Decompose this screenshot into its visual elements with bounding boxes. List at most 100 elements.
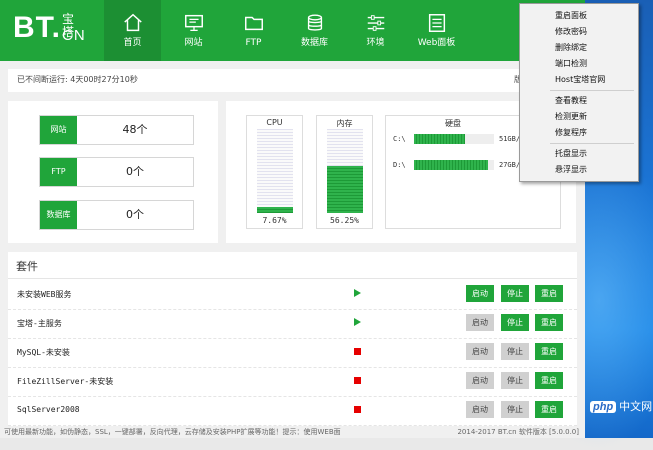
restart-button[interactable]: 重启 [535,314,563,331]
stop-button[interactable]: 停止 [501,401,529,418]
nav-database[interactable]: 数据库 [286,0,343,61]
disk-d-name: D:\ [393,161,406,169]
footer-tip-text: 可使用最新功能，如伪静态，SSL，一键部署，反向代理，云存储及安装PHP扩展等功… [4,428,341,436]
monitor-icon [184,14,203,31]
disk-label: 硬盘 [445,119,461,128]
stop-button[interactable]: 停止 [501,314,529,331]
disk-c-name: C:\ [393,135,406,143]
stat-database-label: 数据库 [40,201,77,229]
restart-button[interactable]: 重启 [535,343,563,360]
start-button[interactable]: 启动 [466,343,494,360]
software-row: SqlServer2008 启动 停止 重启 [8,396,577,426]
memory-bar-fill [327,165,363,213]
cpu-gauge: CPU 7.67% [246,115,303,229]
restart-button[interactable]: 重启 [535,285,563,302]
stat-website-value: 48个 [122,123,148,136]
nav-ftp[interactable]: FTP [225,0,282,61]
memory-label: 内存 [336,119,353,128]
disk-d-bar [414,160,494,170]
stop-button[interactable]: 停止 [501,372,529,389]
software-row: FileZillServer-未安装 启动 停止 重启 [8,367,577,397]
menu-separator [550,90,634,91]
cpu-bar [257,129,293,213]
software-row: MySQL-未安装 启动 停止 重启 [8,338,577,368]
logo-sub-text: CN [62,27,86,44]
start-button[interactable]: 启动 [466,401,494,418]
nav-website[interactable]: 网站 [165,0,222,61]
memory-gauge: 内存 56.25% [316,115,373,229]
memory-bar [327,129,363,213]
stat-website[interactable]: 网站 48个 [39,115,194,145]
stat-website-label: 网站 [40,116,77,144]
software-row: 宝塔-主服务 启动 停止 重启 [8,309,577,339]
menu-item[interactable]: 删除绑定 [520,40,638,56]
start-button[interactable]: 启动 [466,314,494,331]
menu-item[interactable]: 检测更新 [520,109,638,125]
restart-button[interactable]: 重启 [535,401,563,418]
cpu-percent: 7.67% [262,216,287,225]
stopped-status-icon [354,405,363,414]
stat-database[interactable]: 数据库 0个 [39,200,194,230]
nav-web-panel[interactable]: Web面板 [408,0,465,61]
stop-button[interactable]: 停止 [501,285,529,302]
nav-environment-label: 环境 [366,38,385,48]
menu-item[interactable]: 修复程序 [520,125,638,141]
start-button[interactable]: 启动 [466,372,494,389]
bt-panel-window: BT. 宝塔 CN 首页 网站 FTP 数据库 环境 Web面板 已不间断运行:… [0,0,585,438]
stat-ftp-value: 0个 [126,165,144,178]
section-divider [8,278,577,279]
menu-item[interactable]: 重启面板 [520,8,638,24]
disk-d-bar-fill [414,160,489,170]
sliders-icon [367,15,384,31]
software-name: FileZillServer-未安装 [17,377,114,386]
menu-item[interactable]: 端口检测 [520,56,638,72]
watermark-text: 中文网 [619,400,653,413]
stat-ftp[interactable]: FTP 0个 [39,157,194,187]
memory-percent: 56.25% [330,216,359,225]
uptime-text: 已不间断运行: 4天00时27分10秒 [17,75,138,84]
menu-separator [550,143,634,144]
watermark-badge: php [590,401,617,413]
nav-web-panel-label: Web面板 [417,38,456,48]
menu-item[interactable]: 修改密码 [520,24,638,40]
uptime-status-bar: 已不间断运行: 4天00时27分10秒 版本 [8,69,577,92]
database-icon [307,14,322,31]
stop-button[interactable]: 停止 [501,343,529,360]
menu-item[interactable]: 查看教程 [520,93,638,109]
nav-website-label: 网站 [184,38,203,48]
disk-c-bar [414,134,494,144]
software-name: MySQL-未安装 [17,348,70,357]
logo-main-text: BT. [13,11,61,44]
running-status-icon [354,318,363,327]
nav-ftp-label: FTP [245,38,262,48]
nav-home-label: 首页 [123,38,142,48]
restart-button[interactable]: 重启 [535,372,563,389]
folder-icon [244,16,263,31]
stat-ftp-label: FTP [40,158,77,186]
top-navigation-bar: BT. 宝塔 CN 首页 网站 FTP 数据库 环境 Web面板 [0,0,585,61]
cpu-bar-fill [257,206,293,213]
nav-home[interactable]: 首页 [104,0,161,61]
menu-item[interactable]: 悬浮显示 [520,162,638,178]
tray-context-menu: 重启面板 修改密码 删除绑定 端口检测 Host宝塔官网 查看教程 检测更新 修复程序托盘显示… [519,3,639,182]
php-cn-watermark: php 中文网 [590,398,652,414]
running-status-icon [354,289,363,298]
home-icon [123,13,142,32]
nav-database-label: 数据库 [300,38,328,48]
footer-version-text: 2014-2017 BT.cn 软件版本 [5.0.0.0] [457,428,579,436]
menu-item[interactable]: 托盘显示 [520,146,638,162]
disk-c-bar-fill [414,134,466,144]
menu-item[interactable]: Host宝塔官网 [520,72,638,88]
software-name: 宝塔-主服务 [17,319,62,328]
stopped-status-icon [354,376,363,385]
nav-environment[interactable]: 环境 [347,0,404,61]
site-stats-panel: 网站 48个 FTP 0个 数据库 0个 [8,101,218,243]
stopped-status-icon [354,347,363,356]
software-name: 未安装WEB服务 [17,290,72,299]
software-section-title: 套件 [16,260,38,273]
stat-database-value: 0个 [126,208,144,221]
footer-bar: 可使用最新功能，如伪静态，SSL，一键部署，反向代理，云存储及安装PHP扩展等功… [0,426,585,438]
start-button[interactable]: 启动 [466,285,494,302]
software-suite-panel: 套件 未安装WEB服务 启动 停止 重启 宝塔-主服务 启动 停止 重启 MySQL-未安装 启动… [8,252,577,438]
bt-logo: BT. 宝塔 CN [13,11,85,44]
